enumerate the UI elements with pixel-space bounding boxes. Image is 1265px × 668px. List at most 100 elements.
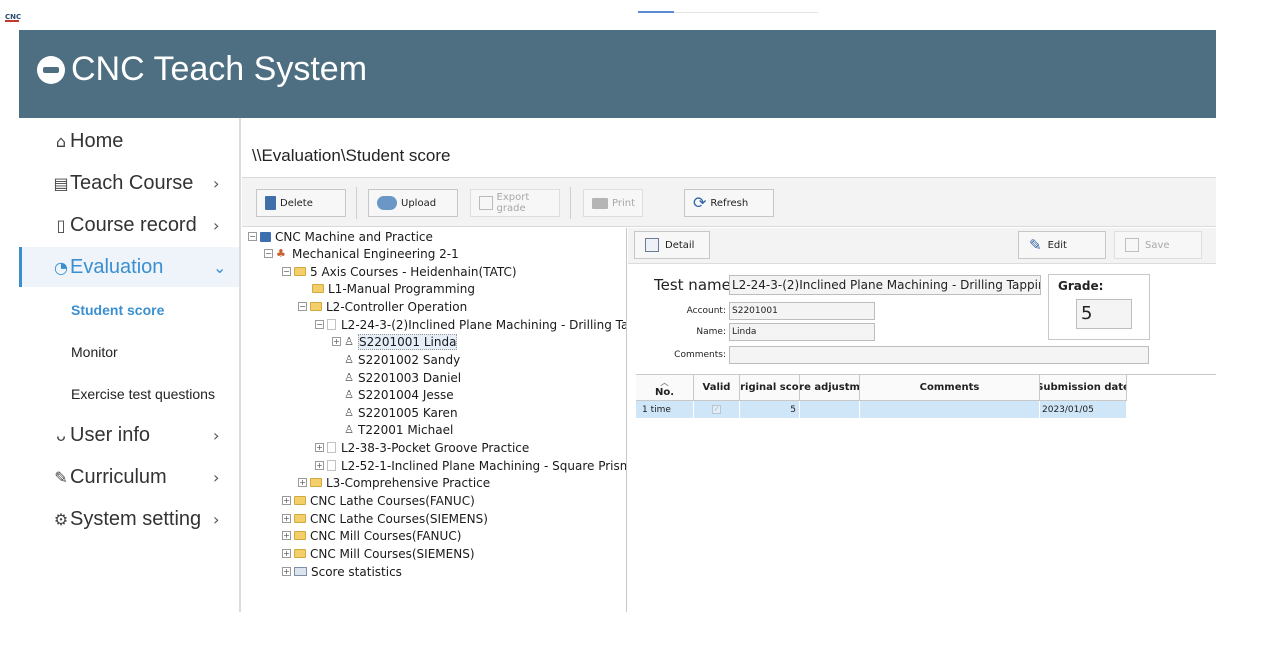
save-icon xyxy=(1125,238,1139,252)
grade-field[interactable]: 5 xyxy=(1076,299,1132,329)
cell-score-adjustment xyxy=(800,401,860,418)
tree-node[interactable]: − L2-24-3-(2)Inclined Plane Machining - … xyxy=(315,316,627,333)
expand-icon[interactable]: + xyxy=(282,514,291,523)
pencil-icon: ✎ xyxy=(54,467,68,487)
column-header-no[interactable]: ︿ No. xyxy=(636,375,694,401)
expand-icon[interactable]: + xyxy=(282,549,291,558)
name-field[interactable]: Linda xyxy=(729,323,875,341)
tree-node[interactable]: − 5 Axis Courses - Heidenhain(TATC) xyxy=(282,263,517,280)
expand-icon[interactable]: + xyxy=(315,461,324,470)
expand-icon[interactable]: + xyxy=(332,337,341,346)
expand-icon[interactable]: + xyxy=(282,531,291,540)
logo-icon xyxy=(37,56,65,84)
print-button[interactable]: Print xyxy=(583,189,643,217)
column-header-valid[interactable]: Valid xyxy=(694,375,740,401)
collapse-icon[interactable]: − xyxy=(248,232,257,241)
sidebar: ⌂ Home ▤ Teach Course › ▯ Course record … xyxy=(19,118,240,612)
tree-node[interactable]: ♙ S2201004 Jesse xyxy=(344,386,454,403)
gear-icon: ⚙ xyxy=(53,509,69,529)
tree-node[interactable]: ♙ S2201003 Daniel xyxy=(344,369,461,386)
export-grade-label: Export grade xyxy=(496,192,530,214)
folder-icon xyxy=(294,496,306,505)
sidebar-item-label: Course record xyxy=(70,213,197,236)
tree-node[interactable]: ♙ S2201005 Karen xyxy=(344,404,457,421)
export-icon xyxy=(479,196,493,210)
edit-button[interactable]: ✎ Edit xyxy=(1018,231,1106,259)
sidebar-item-evaluation[interactable]: ◔ Evaluation ⌄ xyxy=(19,247,240,287)
tree-node-label: L2-24-3-(2)Inclined Plane Machining - Dr… xyxy=(341,317,627,332)
computer-icon xyxy=(260,231,271,242)
column-header-original-score[interactable]: )riginal scor xyxy=(740,375,800,401)
detail-button[interactable]: Detail xyxy=(634,231,710,259)
folder-icon xyxy=(310,478,322,487)
tree-node-label: L1-Manual Programming xyxy=(328,281,475,296)
document-icon: ▯ xyxy=(56,215,66,235)
refresh-button[interactable]: ⟳ Refresh xyxy=(684,189,774,217)
refresh-icon: ⟳ xyxy=(693,193,707,212)
sidebar-item-home[interactable]: ⌂ Home xyxy=(19,121,240,161)
tree-node[interactable]: − L2-Controller Operation xyxy=(298,298,467,315)
detail-label: Detail xyxy=(665,239,695,251)
tree-node[interactable]: + CNC Mill Courses(SIEMENS) xyxy=(282,545,475,562)
tree-node[interactable]: − ♣ Mechanical Engineering 2-1 xyxy=(264,245,459,262)
folder-icon xyxy=(294,531,306,540)
collapse-icon[interactable]: − xyxy=(298,302,307,311)
export-grade-button[interactable]: Export grade xyxy=(470,189,560,217)
table-row[interactable]: 1 time ✓ 5 2023/01/05 xyxy=(636,401,1127,418)
tree-node[interactable]: + L2-52-1-Inclined Plane Machining - Squ… xyxy=(315,457,627,474)
expand-icon[interactable]: + xyxy=(298,478,307,487)
chevron-right-icon: › xyxy=(213,509,220,529)
account-field[interactable]: S2201001 xyxy=(729,302,875,320)
expand-icon[interactable]: + xyxy=(282,567,291,576)
sidebar-item-teach-course[interactable]: ▤ Teach Course › xyxy=(19,163,240,203)
cell-valid: ✓ xyxy=(694,401,740,418)
comments-field[interactable] xyxy=(729,346,1149,364)
upload-icon xyxy=(377,196,397,210)
sidebar-item-label: Teach Course xyxy=(70,171,194,194)
table-icon xyxy=(294,567,307,576)
column-header-submission-date[interactable]: Submission date xyxy=(1040,375,1127,401)
tree-node[interactable]: ♙ S2201002 Sandy xyxy=(344,351,460,368)
cell-no: 1 time xyxy=(636,401,694,418)
expand-icon[interactable]: + xyxy=(282,496,291,505)
sidebar-item-user-info[interactable]: ᴗ User info › xyxy=(19,415,240,455)
sidebar-subitem-exercise-test-questions[interactable]: Exercise test questions xyxy=(71,386,215,402)
tree-node[interactable]: ♙ T22001 Michael xyxy=(344,421,453,438)
app-title: CNC Teach System xyxy=(71,50,368,88)
tree-node[interactable]: + CNC Mill Courses(FANUC) xyxy=(282,527,461,544)
upload-button[interactable]: Upload xyxy=(368,189,458,217)
detail-toolbar: Detail ✎ Edit Save xyxy=(628,228,1216,264)
sidebar-item-system-setting[interactable]: ⚙ System setting › xyxy=(19,499,240,539)
collapse-icon[interactable]: − xyxy=(264,249,273,258)
collapse-icon[interactable]: − xyxy=(282,267,291,276)
grade-label: Grade: xyxy=(1058,279,1104,293)
save-button[interactable]: Save xyxy=(1114,231,1202,259)
delete-button[interactable]: Delete xyxy=(256,189,346,217)
expand-icon[interactable]: + xyxy=(315,443,324,452)
test-name-field[interactable]: L2-24-3-(2)Inclined Plane Machining - Dr… xyxy=(729,275,1041,295)
monitor-icon: ▤ xyxy=(53,173,69,193)
tree-node-label: L2-52-1-Inclined Plane Machining - Squar… xyxy=(341,458,627,473)
tree-node[interactable]: + L2-38-3-Pocket Groove Practice xyxy=(315,439,529,456)
valid-checkbox[interactable]: ✓ xyxy=(712,405,721,414)
sidebar-item-course-record[interactable]: ▯ Course record › xyxy=(19,205,240,245)
tree-node[interactable]: + CNC Lathe Courses(SIEMENS) xyxy=(282,510,488,527)
tree-node[interactable]: − CNC Machine and Practice xyxy=(248,228,433,245)
user-icon: ♙ xyxy=(344,406,354,419)
tree-node-label: L3-Comprehensive Practice xyxy=(326,475,491,490)
sidebar-subitem-monitor[interactable]: Monitor xyxy=(71,344,118,360)
sidebar-subitem-student-score[interactable]: Student score xyxy=(71,302,164,318)
collapse-icon[interactable]: − xyxy=(315,320,324,329)
tree-node[interactable]: + L3-Comprehensive Practice xyxy=(298,474,490,491)
tree-node-selected[interactable]: + ♙ S2201001 Linda xyxy=(332,333,458,350)
main-toolbar: Delete Upload Export grade Print ⟳ Refre… xyxy=(242,177,1216,227)
folder-icon xyxy=(312,284,324,293)
column-header-comments[interactable]: Comments xyxy=(860,375,1040,401)
edit-label: Edit xyxy=(1047,239,1067,251)
tree-node[interactable]: L1-Manual Programming xyxy=(312,280,475,297)
tree-node[interactable]: + CNC Lathe Courses(FANUC) xyxy=(282,492,475,509)
refresh-label: Refresh xyxy=(710,197,749,209)
sidebar-item-curriculum[interactable]: ✎ Curriculum › xyxy=(19,457,240,497)
tree-node[interactable]: + Score statistics xyxy=(282,563,402,580)
column-header-score-adjustment[interactable]: ore adjustme xyxy=(800,375,860,401)
